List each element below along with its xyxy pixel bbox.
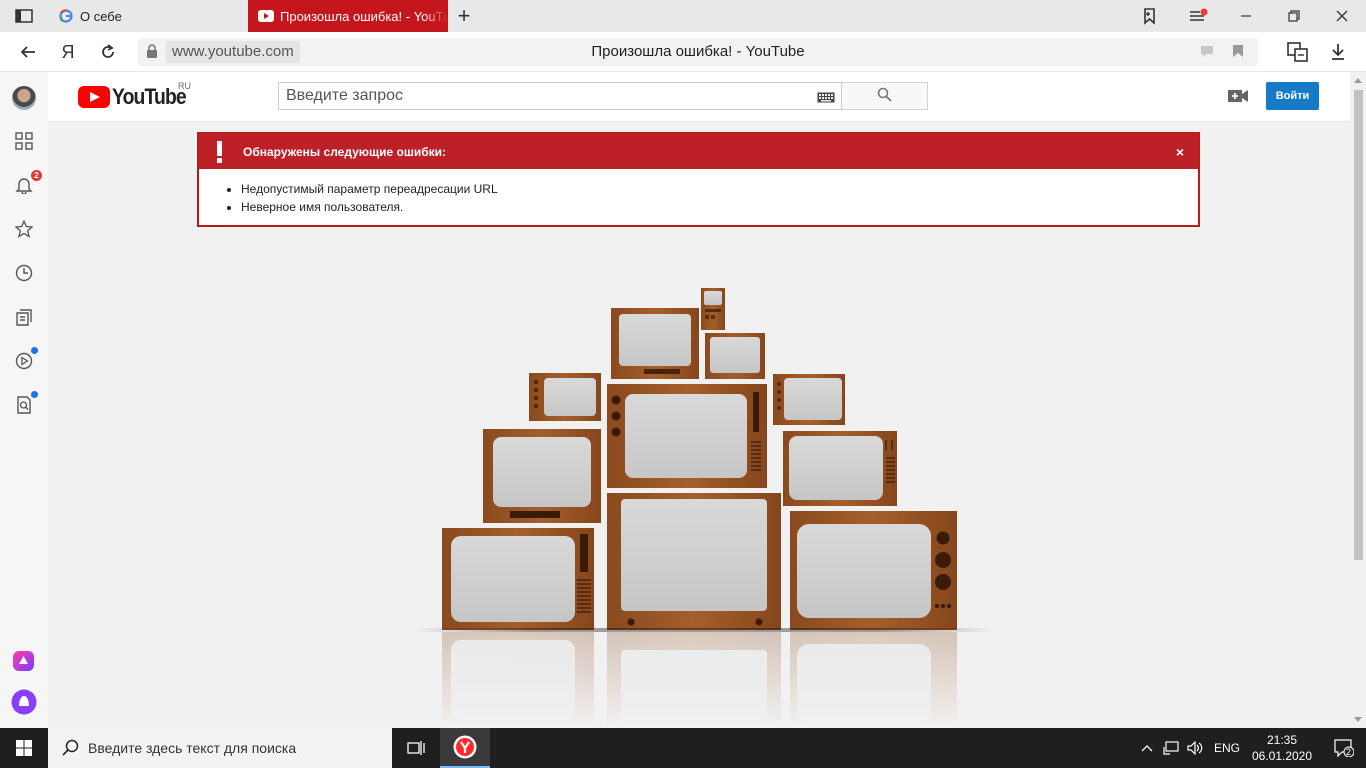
search-input[interactable] xyxy=(279,83,839,109)
yandex-browser-taskbar-icon[interactable] xyxy=(440,728,490,768)
youtube-play-icon xyxy=(78,86,110,108)
taskbar-search-box[interactable]: Введите здесь текст для поиска xyxy=(48,728,392,768)
search-icon xyxy=(62,739,80,760)
region-label: RU xyxy=(178,81,191,91)
vertical-scrollbar[interactable] xyxy=(1350,72,1366,728)
windows-start-icon[interactable] xyxy=(0,728,48,768)
new-indicator xyxy=(31,391,38,398)
volume-icon[interactable] xyxy=(1184,728,1206,768)
new-tab-button[interactable]: + xyxy=(452,4,476,28)
alice-voice-icon[interactable] xyxy=(10,688,38,716)
clock[interactable]: 21:35 06.01.2020 xyxy=(1246,728,1318,768)
navigation-bar: Я www.youtube.com Произошла ошибка! - Yo… xyxy=(0,32,1366,72)
tab-youtube-error[interactable]: Произошла ошибка! - YouTube xyxy=(248,0,448,32)
chevron-up-icon[interactable] xyxy=(1136,728,1158,768)
clock-date: 06.01.2020 xyxy=(1251,749,1313,763)
tv-set-group xyxy=(414,288,994,632)
address-page-title: Произошла ошибка! - YouTube xyxy=(591,43,805,60)
downloads-icon[interactable] xyxy=(1324,38,1352,66)
reload-icon[interactable] xyxy=(94,38,122,66)
scroll-down-arrow-icon[interactable] xyxy=(1354,717,1362,722)
notification-count: 2 xyxy=(1346,747,1352,757)
search-document-icon[interactable] xyxy=(10,391,38,419)
task-view-icon[interactable] xyxy=(400,728,432,768)
url-domain[interactable]: www.youtube.com xyxy=(166,41,300,63)
video-play-icon[interactable] xyxy=(10,347,38,375)
notifications-bell-icon[interactable]: 2 xyxy=(10,170,42,199)
error-alert-header: Обнаружены следующие ошибки: × xyxy=(199,134,1198,169)
windows-taskbar: Введите здесь текст для поиска ENG 21:35… xyxy=(0,728,1366,768)
browser-sidebar: 2 xyxy=(0,72,48,728)
keyboard-icon[interactable] xyxy=(817,91,835,106)
error-item: Недопустимый параметр переадресации URL xyxy=(241,180,498,198)
notifications-badge: 2 xyxy=(31,170,42,181)
lock-icon[interactable] xyxy=(146,44,158,61)
close-window-icon[interactable] xyxy=(1318,0,1366,32)
favorites-star-icon[interactable] xyxy=(10,215,38,243)
alice-chat-icon[interactable] xyxy=(10,646,38,674)
youtube-logo[interactable]: YouTube RU xyxy=(78,81,196,110)
network-icon[interactable] xyxy=(1160,728,1182,768)
tab-title: О себе xyxy=(80,8,122,24)
zen-feed-icon[interactable] xyxy=(10,303,38,331)
yandex-button[interactable]: Я xyxy=(54,38,82,66)
new-indicator xyxy=(31,347,38,354)
google-g-icon xyxy=(58,8,74,24)
error-alert: Обнаружены следующие ошибки: × Недопусти… xyxy=(197,132,1200,227)
scroll-up-arrow-icon[interactable] xyxy=(1354,78,1362,83)
youtube-wordmark: YouTube xyxy=(112,84,187,109)
search-button[interactable] xyxy=(842,82,928,110)
clock-time: 21:35 xyxy=(1266,733,1298,747)
sign-in-button[interactable]: Войти xyxy=(1266,82,1319,110)
error-item: Неверное имя пользователя. xyxy=(241,198,498,216)
youtube-header: YouTube RU Войти xyxy=(48,72,1350,122)
address-bar[interactable]: www.youtube.com Произошла ошибка! - YouT… xyxy=(138,38,1258,66)
retro-tv-stack-illustration xyxy=(414,288,994,728)
action-center-icon[interactable]: 2 xyxy=(1324,728,1364,768)
history-clock-icon[interactable] xyxy=(10,259,38,287)
tab-about[interactable]: О себе xyxy=(48,0,248,32)
chat-icon[interactable] xyxy=(1200,44,1214,61)
close-icon[interactable]: × xyxy=(1176,144,1184,160)
error-alert-title: Обнаружены следующие ошибки: xyxy=(243,145,447,159)
restore-icon[interactable] xyxy=(1270,0,1318,32)
window-controls xyxy=(1126,0,1366,32)
exclamation-icon xyxy=(215,141,225,163)
translate-icon[interactable] xyxy=(1284,38,1312,66)
system-tray: ENG 21:35 06.01.2020 2 xyxy=(1136,728,1366,768)
youtube-icon xyxy=(258,8,274,24)
apps-grid-icon[interactable] xyxy=(10,127,38,155)
search-icon xyxy=(877,87,892,105)
collections-icon[interactable] xyxy=(1126,0,1174,32)
avatar[interactable] xyxy=(12,86,36,110)
sidebar-toggle-icon[interactable] xyxy=(0,0,48,32)
language-indicator[interactable]: ENG xyxy=(1210,728,1244,768)
scroll-thumb[interactable] xyxy=(1354,90,1363,560)
taskbar-search-placeholder: Введите здесь текст для поиска xyxy=(88,740,297,756)
back-arrow-icon[interactable] xyxy=(14,38,42,66)
search-box xyxy=(278,82,842,110)
upload-video-icon[interactable] xyxy=(1226,86,1250,106)
tab-strip: О себе Произошла ошибка! - YouTube + xyxy=(0,0,1366,32)
page-viewport: YouTube RU Войти Обнаружены следующие ош… xyxy=(48,72,1350,728)
bookmark-icon[interactable] xyxy=(1232,44,1244,61)
minimize-icon[interactable] xyxy=(1222,0,1270,32)
error-list: Недопустимый параметр переадресации URL … xyxy=(241,180,498,216)
tab-title: Произошла ошибка! - YouTube xyxy=(280,8,448,24)
menu-icon[interactable] xyxy=(1174,0,1222,32)
